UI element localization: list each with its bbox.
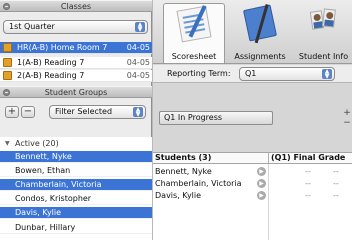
class-row[interactable]: 2(A-B) Reading 7 04-05 (0, 70, 152, 82)
tab-student-info-label: Student Info (298, 52, 349, 61)
student-groups-header: Student Groups (0, 86, 152, 98)
grade-value: -- (305, 167, 311, 176)
student-name: Chamberlain, Victoria (155, 179, 242, 188)
collapse-icon[interactable] (3, 89, 10, 96)
disclosure-triangle-icon[interactable]: ▼ (5, 137, 10, 151)
remove-group-button[interactable]: − (21, 106, 35, 118)
side-buttons: + − (342, 108, 352, 128)
filter-select-value: Filter Selected (55, 107, 113, 116)
grade-value: -- (333, 179, 339, 188)
classes-header: Classes (0, 0, 152, 12)
class-book-icon (3, 58, 12, 67)
select-arrows-icon: ▲ ▼ (133, 107, 143, 118)
class-name: 1(A-B) Reading 7 (17, 58, 85, 67)
class-term: 04-05 (126, 43, 150, 52)
grade-value: -- (333, 167, 339, 176)
student-row[interactable]: Chamberlain, Victoria (0, 179, 152, 191)
class-name: HR(A-B) Home Room 7 (17, 43, 108, 52)
right-panel: Scoresheet Assignments Student Info Repo… (153, 0, 352, 240)
go-arrow-icon[interactable]: ▶ (257, 167, 266, 176)
class-term: 04-05 (126, 58, 150, 67)
tab-assignments-label: Assignments (234, 52, 286, 61)
reporting-term-value: Q1 (245, 69, 257, 78)
column-header-final-grade[interactable]: (Q1) Final Grade (268, 153, 345, 163)
grade-value: -- (305, 191, 311, 200)
quarter-select-value: 1st Quarter (9, 22, 55, 31)
student-name: Bennett, Nyke (155, 167, 212, 176)
class-term: 04-05 (126, 71, 150, 80)
class-book-icon (3, 43, 12, 52)
student-row[interactable]: Bennett, Nyke (0, 151, 152, 163)
student-list: ▼ Active (20) Bennett, Nyke Bowen, Ethan… (0, 137, 152, 240)
reporting-term-select[interactable]: Q1 ▲ ▼ (239, 67, 335, 81)
go-arrow-icon[interactable]: ▶ (257, 179, 266, 188)
quarter-select[interactable]: 1st Quarter ▲ ▼ (3, 20, 148, 34)
select-arrows-icon: ▲ ▼ (322, 69, 332, 80)
filter-select[interactable]: Filter Selected ▲ ▼ (49, 105, 146, 119)
student-row[interactable]: Bowen, Ethan (0, 165, 152, 177)
side-remove-button[interactable]: − (342, 118, 352, 128)
left-panel: Classes 1st Quarter ▲ ▼ HR(A-B) Home Room… (0, 0, 152, 240)
class-book-icon (3, 71, 12, 80)
table-row[interactable]: Bennett, Nyke ▶ -- -- (153, 166, 352, 177)
student-row[interactable]: Condos, Kristopher (0, 193, 152, 205)
classes-header-label: Classes (60, 2, 92, 11)
class-row[interactable]: HR(A-B) Home Room 7 04-05 (0, 42, 152, 54)
scoresheet-table: Students (3) (Q1) Final Grade Bennett, N… (153, 152, 352, 240)
group-row-active[interactable]: ▼ Active (20) (0, 137, 152, 151)
side-add-button[interactable]: + (342, 108, 352, 118)
student-info-icon (309, 7, 339, 37)
tab-bar: Scoresheet Assignments Student Info (153, 0, 352, 64)
table-row[interactable]: Davis, Kylie ▶ -- -- (153, 190, 352, 201)
tab-assignments[interactable]: Assignments (229, 3, 291, 63)
grade-value: -- (305, 179, 311, 188)
q1-in-progress-button[interactable]: Q1 In Progress (159, 111, 273, 125)
go-arrow-icon[interactable]: ▶ (257, 191, 266, 200)
student-row[interactable]: Dunbar, Hillary (0, 222, 152, 234)
tab-scoresheet-label: Scoresheet (171, 52, 217, 61)
scoresheet-icon (176, 5, 212, 43)
score-toolbar-area: Q1 In Progress + − (153, 84, 352, 152)
tab-scoresheet[interactable]: Scoresheet (163, 3, 225, 63)
collapse-icon[interactable] (3, 3, 10, 10)
select-arrows-icon: ▲ ▼ (135, 22, 145, 33)
table-header: Students (3) (Q1) Final Grade (153, 152, 352, 164)
reporting-term-row: Reporting Term: Q1 ▲ ▼ (153, 65, 352, 83)
student-groups-header-label: Student Groups (44, 88, 108, 97)
student-row[interactable]: Davis, Kylie (0, 207, 152, 219)
column-header-students[interactable]: Students (3) (155, 153, 211, 163)
add-group-button[interactable]: + (5, 106, 19, 118)
assignments-icon (242, 4, 278, 42)
reporting-term-label: Reporting Term: (167, 69, 231, 78)
class-row[interactable]: 1(A-B) Reading 7 04-05 (0, 57, 152, 69)
table-row[interactable]: Chamberlain, Victoria ▶ -- -- (153, 178, 352, 189)
group-label: Active (20) (15, 139, 59, 148)
grade-value: -- (333, 191, 339, 200)
tab-student-info[interactable]: Student Info (295, 3, 352, 63)
student-name: Davis, Kylie (155, 191, 202, 200)
class-name: 2(A-B) Reading 7 (17, 71, 85, 80)
